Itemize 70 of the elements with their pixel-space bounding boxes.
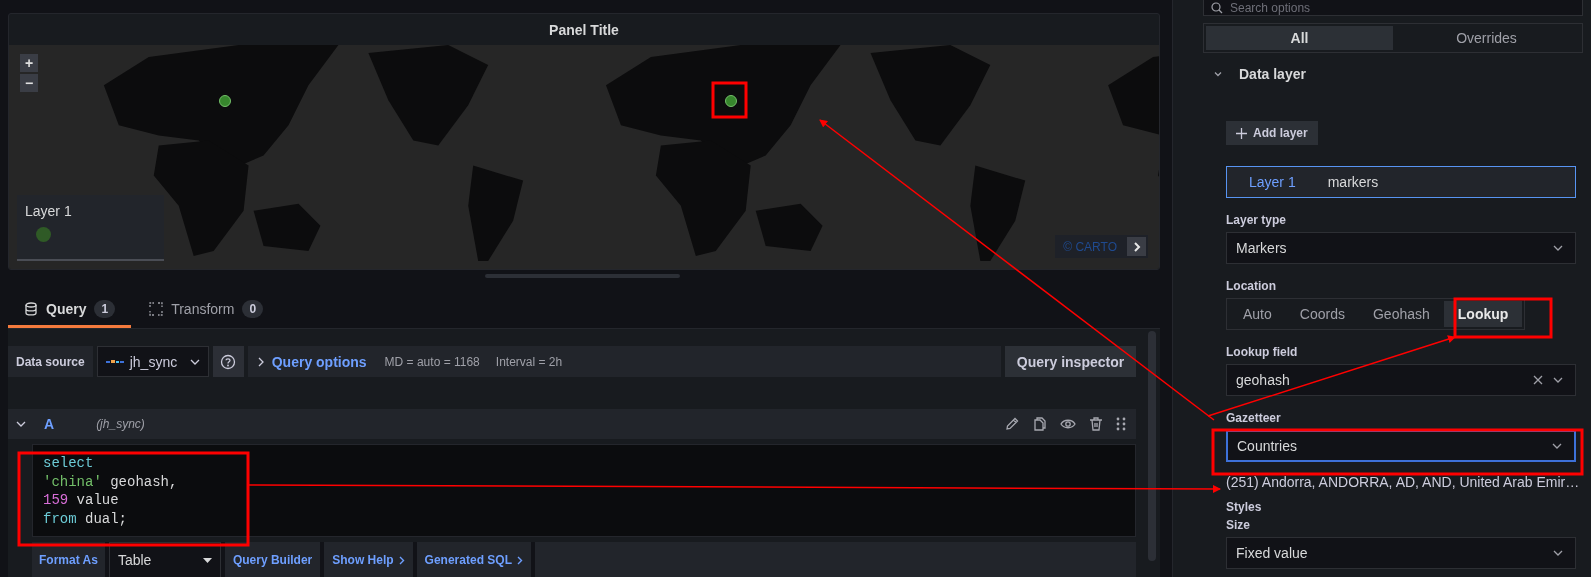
database-icon	[24, 301, 38, 316]
field-label: Size	[1226, 518, 1250, 532]
caret-icon	[202, 557, 212, 563]
code-line: select	[43, 454, 94, 473]
interval-text: Interval = 2h	[495, 354, 563, 369]
code-line: 'china' geohash,	[43, 472, 178, 491]
query-name: A	[44, 416, 55, 432]
expand-button[interactable]	[1127, 237, 1146, 256]
field-label: Gazetteer	[1226, 411, 1281, 425]
toolbar-button[interactable]: Generated SQL	[416, 542, 531, 577]
select-field[interactable]: geohash	[1226, 364, 1576, 396]
select-field[interactable]: Countries	[1226, 430, 1576, 462]
field-description: (251) Andorra, ANDORRA, AD, AND, United Arab Emir…	[1226, 474, 1580, 490]
options-tab[interactable]: All	[1206, 26, 1393, 50]
select-field[interactable]: Markers	[1226, 232, 1576, 264]
query-options-link[interactable]: Query options	[271, 353, 367, 370]
field-label: Location	[1226, 279, 1276, 293]
select-field[interactable]: Fixed value	[1226, 537, 1576, 569]
toolbar-button[interactable]: Show Help	[324, 542, 413, 577]
zoom-in-button[interactable]: +	[20, 54, 38, 72]
zoom-out-button[interactable]: −	[20, 74, 38, 92]
code-line: 159 value	[43, 491, 119, 510]
chevron-down-icon	[1553, 245, 1563, 251]
data-source-label: Data source	[8, 346, 93, 377]
help-button[interactable]	[212, 346, 244, 377]
search-icon	[1211, 2, 1223, 14]
chevron-right-icon	[398, 555, 405, 565]
layer-item[interactable]: Layer 1 markers	[1226, 166, 1576, 198]
add-layer-button[interactable]: Add layer	[1226, 121, 1318, 145]
chevron-down-icon	[189, 358, 200, 365]
query-source-text: (jh_sync)	[96, 417, 145, 431]
radio-option[interactable]: Coords	[1285, 301, 1359, 327]
panel-title: Panel Title	[549, 21, 619, 38]
datasource-icon	[105, 358, 124, 365]
chevron-right-icon	[257, 356, 264, 367]
clear-icon[interactable]	[1533, 375, 1543, 385]
radio-option[interactable]: Auto	[1229, 301, 1286, 327]
edit-icon[interactable]	[1004, 416, 1020, 432]
code-line: from dual;	[43, 509, 128, 528]
data-source-select[interactable]: jh_sync	[96, 346, 209, 377]
toolbar-button[interactable]: Query Builder	[224, 542, 321, 577]
drag-handle-icon[interactable]	[1116, 417, 1126, 431]
search-field[interactable]: Search options	[1203, 0, 1583, 16]
chevron-down-icon	[1552, 443, 1562, 449]
annotation-box	[711, 81, 748, 119]
chevron-down-icon	[1553, 550, 1563, 556]
query-inspector-button[interactable]: Query inspector	[1005, 346, 1136, 377]
options-tab[interactable]: Overrides	[1393, 26, 1580, 50]
collapse-icon[interactable]	[1213, 69, 1223, 79]
trash-icon[interactable]	[1088, 416, 1104, 432]
collapse-icon[interactable]	[16, 419, 26, 429]
section-title: Data layer	[1239, 66, 1306, 82]
marker-icon	[36, 227, 51, 242]
chevron-right-icon	[516, 555, 523, 565]
field-label: Lookup field	[1226, 345, 1298, 359]
editor-tab[interactable]: Transform 0	[133, 292, 280, 328]
radio-option[interactable]: Lookup	[1443, 301, 1523, 327]
chevron-right-icon	[1132, 241, 1141, 252]
radio-option[interactable]: Geohash	[1358, 301, 1444, 327]
scrollbar[interactable]	[1148, 331, 1156, 561]
legend-title: Layer 1	[25, 203, 72, 219]
chevron-down-icon	[1553, 377, 1563, 383]
code-editor[interactable]: select 'china' geohash, 159 value from dual;	[32, 444, 1136, 537]
max-data-points-text: MD = auto = 1168	[384, 354, 480, 369]
plus-icon	[1236, 127, 1247, 139]
help-icon	[220, 353, 237, 370]
field-label: Layer type	[1226, 213, 1287, 227]
transform-icon	[149, 301, 164, 316]
group-heading: Styles	[1226, 500, 1262, 514]
copy-icon[interactable]	[1032, 416, 1048, 432]
